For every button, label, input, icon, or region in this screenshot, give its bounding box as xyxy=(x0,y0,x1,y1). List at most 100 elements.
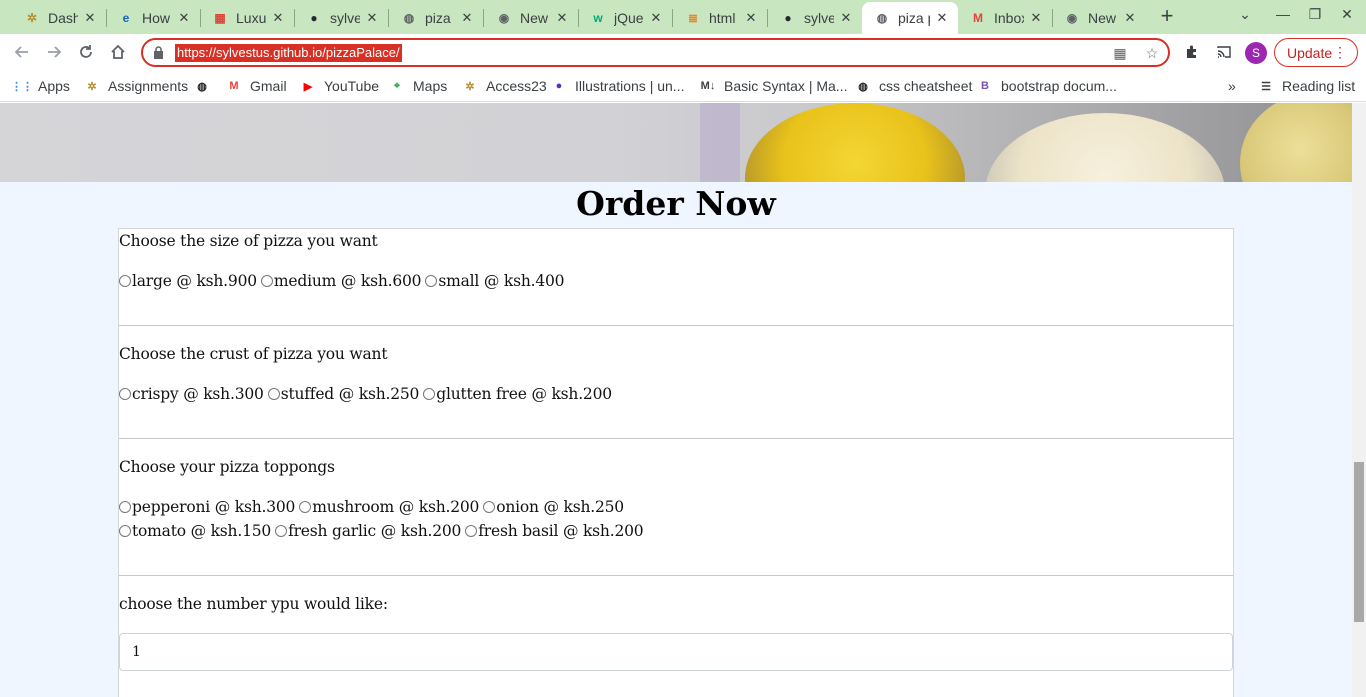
home-button[interactable] xyxy=(106,40,130,64)
scrollbar-thumb[interactable] xyxy=(1354,462,1364,622)
browser-tab[interactable]: ● sylve ✕ xyxy=(768,2,862,34)
bookmark-item[interactable]: ✲ Access23 xyxy=(462,76,547,96)
tab-strip: ✲Dashl✕eHow t✕▦Luxu✕●sylve✕◍piza p✕◉New … xyxy=(0,0,1366,34)
topping-option[interactable]: mushroom @ ksh.200 xyxy=(299,498,479,516)
url-text[interactable]: https://sylvestus.github.io/pizzaPalace/ xyxy=(175,44,402,62)
browser-tab[interactable]: ▦ Luxu ✕ xyxy=(200,2,294,34)
github-icon: ● xyxy=(784,11,792,25)
quantity-question: choose the number ypu would like: xyxy=(119,595,388,613)
update-button[interactable]: Update ⋮ xyxy=(1274,38,1358,67)
reading-list-button[interactable]: ☰ Reading list xyxy=(1258,76,1355,96)
tab-close-icon[interactable]: ✕ xyxy=(934,10,950,26)
tab-title: piza p xyxy=(898,10,930,26)
topping-option[interactable]: pepperoni @ ksh.300 xyxy=(119,498,295,516)
bookmark-item[interactable]: M↓ Basic Syntax | Ma... xyxy=(700,76,848,96)
browser-tab[interactable]: ≣ html ✕ xyxy=(673,2,767,34)
topping-option-label: tomato @ ksh.150 xyxy=(132,522,272,540)
window-close-icon[interactable]: ✕ xyxy=(1336,6,1358,28)
bookmark-item[interactable]: ◍ xyxy=(194,76,218,96)
tab-close-icon[interactable]: ✕ xyxy=(82,10,98,26)
reload-button[interactable] xyxy=(74,40,98,64)
crust-option[interactable]: crispy @ ksh.300 xyxy=(119,385,264,403)
extensions-icon[interactable] xyxy=(1180,40,1204,64)
radio-button[interactable] xyxy=(119,525,131,537)
browser-tab[interactable]: ● sylve ✕ xyxy=(294,2,388,34)
bookmark-item[interactable]: M Gmail xyxy=(226,76,286,96)
tab-close-icon[interactable]: ✕ xyxy=(459,10,475,26)
size-option[interactable]: medium @ ksh.600 xyxy=(260,272,422,290)
browser-tab[interactable]: ✲ Dashl✕ xyxy=(12,2,106,34)
update-label: Update xyxy=(1287,44,1333,61)
size-option[interactable]: large @ ksh.900 xyxy=(119,272,257,290)
bookmark-label: Access23 xyxy=(486,78,547,94)
radio-button[interactable] xyxy=(119,275,131,287)
bookmark-item[interactable]: ● Illustrations | un... xyxy=(551,76,685,96)
page-scrollbar[interactable] xyxy=(1352,103,1366,697)
tab-close-icon[interactable]: ✕ xyxy=(1028,10,1044,26)
topping-option[interactable]: tomato @ ksh.150 xyxy=(119,522,271,540)
browser-tab[interactable]: ◉ New T✕ xyxy=(484,2,578,34)
radio-button[interactable] xyxy=(299,501,312,513)
browser-tab[interactable]: e How t✕ xyxy=(106,2,200,34)
gmail-icon: M xyxy=(229,80,239,92)
browser-tab[interactable]: ◉ New T✕ xyxy=(1052,2,1146,34)
tab-close-icon[interactable]: ✕ xyxy=(364,10,380,26)
radio-button[interactable] xyxy=(423,388,436,400)
browser-tab[interactable]: M Inbox✕ xyxy=(958,2,1052,34)
bookmark-item[interactable]: ✲ Assignments xyxy=(84,76,188,96)
profile-avatar[interactable]: S xyxy=(1245,42,1267,64)
reading-list-label: Reading list xyxy=(1282,78,1356,94)
tab-title: How t xyxy=(142,10,172,26)
new-tab-button[interactable]: + xyxy=(1156,5,1178,28)
topping-option[interactable]: fresh garlic @ ksh.200 xyxy=(275,522,461,540)
bookmark-label: Apps xyxy=(38,78,70,94)
bookmark-item[interactable]: ◍ css cheatsheet xyxy=(855,76,972,96)
tab-close-icon[interactable]: ✕ xyxy=(554,10,570,26)
bookmark-item[interactable]: ⋮⋮ Apps xyxy=(11,76,70,96)
hero-image xyxy=(0,103,1352,182)
restore-icon[interactable]: ❐ xyxy=(1304,6,1326,28)
radio-button[interactable] xyxy=(425,275,438,287)
tab-close-icon[interactable]: ✕ xyxy=(648,10,664,26)
bookmark-item[interactable]: Bbootstrap docum... xyxy=(977,76,1117,96)
tab-search-icon[interactable]: ⌄ xyxy=(1234,6,1256,28)
radio-button[interactable] xyxy=(119,501,131,513)
tab-close-icon[interactable]: ✕ xyxy=(743,10,759,26)
tab-close-icon[interactable]: ✕ xyxy=(1122,10,1138,26)
topping-option-label: pepperoni @ ksh.300 xyxy=(132,498,296,516)
radio-button[interactable] xyxy=(275,525,288,537)
crust-option[interactable]: stuffed @ ksh.250 xyxy=(267,385,419,403)
topping-option[interactable]: fresh basil @ ksh.200 xyxy=(465,522,644,540)
crust-option[interactable]: glutten free @ ksh.200 xyxy=(423,385,612,403)
bookmark-item[interactable]: ⌖ Maps xyxy=(389,76,447,96)
bookmark-star-icon[interactable]: ☆ xyxy=(1143,44,1161,62)
size-option-label: large @ ksh.900 xyxy=(132,272,257,290)
tab-close-icon[interactable]: ✕ xyxy=(270,10,286,26)
forward-button[interactable] xyxy=(42,40,66,64)
cast-icon[interactable] xyxy=(1212,40,1236,64)
tab-title: sylve xyxy=(804,10,834,26)
tab-title: New T xyxy=(1088,10,1118,26)
radio-button[interactable] xyxy=(465,525,478,537)
radio-button[interactable] xyxy=(483,501,496,513)
browser-tab[interactable]: ◍ piza p✕ xyxy=(389,2,483,34)
web-page: Order Now Choose the size of pizza you w… xyxy=(0,103,1352,697)
back-button[interactable] xyxy=(10,40,34,64)
tab-close-icon[interactable]: ✕ xyxy=(176,10,192,26)
quantity-input[interactable]: 1 xyxy=(119,633,1233,671)
radio-button[interactable] xyxy=(260,275,273,287)
radio-button[interactable] xyxy=(267,388,280,400)
qr-code-icon[interactable]: ▦ xyxy=(1111,44,1129,62)
radio-button[interactable] xyxy=(119,388,131,400)
github-icon: ● xyxy=(310,11,318,25)
address-bar[interactable]: https://sylvestus.github.io/pizzaPalace/… xyxy=(141,38,1170,67)
browser-tab[interactable]: ◍ piza p✕ xyxy=(862,2,958,34)
tab-close-icon[interactable]: ✕ xyxy=(838,10,854,26)
size-option[interactable]: small @ ksh.400 xyxy=(425,272,565,290)
back-arrow-icon xyxy=(14,46,28,58)
minimize-icon[interactable]: — xyxy=(1272,6,1294,28)
topping-option[interactable]: onion @ ksh.250 xyxy=(483,498,624,516)
bookmark-item[interactable]: ▶ YouTube xyxy=(300,76,379,96)
browser-tab[interactable]: w jQue ✕ xyxy=(578,2,672,34)
more-bookmarks-button[interactable]: » xyxy=(1228,76,1236,96)
